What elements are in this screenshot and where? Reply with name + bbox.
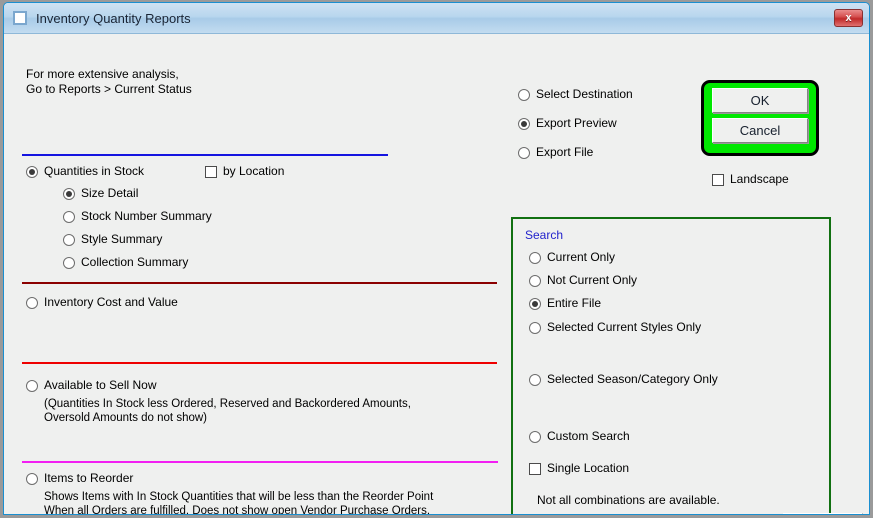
radio-select-destination[interactable]: Select Destination: [518, 88, 633, 101]
radio-indicator: [529, 275, 541, 287]
search-group-label: Search: [525, 228, 564, 242]
radio-inventory-cost-and-value[interactable]: Inventory Cost and Value: [26, 296, 178, 309]
radio-selected-season-category-only[interactable]: Selected Season/Category Only: [529, 373, 718, 386]
window-box-icon: [13, 11, 27, 25]
analysis-hint-text: For more extensive analysis, Go to Repor…: [26, 67, 192, 96]
radio-indicator: [63, 211, 75, 223]
radio-label: Size Detail: [81, 186, 139, 200]
title-bar[interactable]: Inventory Quantity Reports x: [4, 3, 869, 34]
radio-indicator: [529, 322, 541, 334]
radio-label: Available to Sell Now: [44, 378, 157, 392]
checkbox-indicator: [529, 463, 541, 475]
radio-label: Entire File: [547, 296, 602, 310]
radio-indicator: [529, 374, 541, 386]
radio-export-preview[interactable]: Export Preview: [518, 117, 617, 130]
radio-label: Items to Reorder: [44, 471, 134, 485]
radio-indicator: [63, 188, 75, 200]
window-title: Inventory Quantity Reports: [36, 10, 191, 26]
radio-quantities-in-stock[interactable]: Quantities in Stock: [26, 165, 144, 178]
radio-items-to-reorder[interactable]: Items to Reorder: [26, 472, 133, 485]
divider-magenta: [22, 461, 498, 463]
favorites-button[interactable]: Favorites: [783, 513, 863, 514]
radio-label: Selected Season/Category Only: [547, 372, 718, 386]
radio-current-only[interactable]: Current Only: [529, 251, 615, 264]
radio-export-file[interactable]: Export File: [518, 146, 593, 159]
divider-blue: [22, 154, 388, 156]
radio-not-current-only[interactable]: Not Current Only: [529, 274, 637, 287]
radio-custom-search[interactable]: Custom Search: [529, 430, 630, 443]
radio-style-summary[interactable]: Style Summary: [63, 233, 162, 246]
radio-indicator: [529, 431, 541, 443]
dialog-window-inner: Inventory Quantity Reports x For more ex…: [3, 2, 870, 515]
radio-label: Export File: [536, 145, 594, 159]
radio-label: Not Current Only: [547, 273, 638, 287]
checkbox-label: Landscape: [730, 172, 789, 186]
radio-indicator: [529, 298, 541, 310]
radio-label: Export Preview: [536, 116, 617, 130]
radio-label: Current Only: [547, 250, 616, 264]
radio-label: Inventory Cost and Value: [44, 295, 178, 309]
radio-label: Quantities in Stock: [44, 164, 145, 178]
radio-label: Stock Number Summary: [81, 209, 212, 223]
checkbox-indicator: [205, 166, 217, 178]
radio-label: Style Summary: [81, 232, 163, 246]
radio-indicator: [26, 380, 38, 392]
radio-available-to-sell-now[interactable]: Available to Sell Now: [26, 379, 157, 392]
dialog-body: For more extensive analysis, Go to Repor…: [4, 34, 869, 515]
radio-indicator: [518, 89, 530, 101]
radio-selected-current-styles-only[interactable]: Selected Current Styles Only: [529, 321, 701, 334]
available-to-sell-now-note: (Quantities In Stock less Ordered, Reser…: [44, 398, 411, 424]
radio-indicator: [518, 147, 530, 159]
checkbox-label: Single Location: [547, 461, 630, 475]
divider-dark-red: [22, 282, 497, 284]
checkbox-single-location[interactable]: Single Location: [529, 462, 629, 475]
items-to-reorder-note: Shows Items with In Stock Quantities tha…: [44, 491, 434, 515]
radio-indicator: [26, 297, 38, 309]
ok-button[interactable]: OK: [712, 88, 808, 113]
radio-stock-number-summary[interactable]: Stock Number Summary: [63, 210, 212, 223]
radio-collection-summary[interactable]: Collection Summary: [63, 256, 188, 269]
checkbox-indicator: [712, 174, 724, 186]
checkbox-by-location[interactable]: by Location: [205, 165, 284, 178]
radio-indicator: [529, 252, 541, 264]
radio-label: Collection Summary: [81, 255, 189, 269]
radio-label: Selected Current Styles Only: [547, 320, 702, 334]
radio-entire-file[interactable]: Entire File: [529, 297, 601, 310]
search-footnote: Not all combinations are available.: [537, 493, 720, 507]
radio-label: Select Destination: [536, 87, 633, 101]
radio-indicator: [63, 257, 75, 269]
radio-indicator: [26, 473, 38, 485]
cancel-button[interactable]: Cancel: [712, 118, 808, 143]
radio-indicator: [63, 234, 75, 246]
close-icon[interactable]: x: [834, 9, 863, 27]
radio-indicator: [518, 118, 530, 130]
radio-label: Custom Search: [547, 429, 630, 443]
divider-red: [22, 362, 497, 364]
checkbox-label: by Location: [223, 164, 285, 178]
dialog-window: Inventory Quantity Reports x For more ex…: [0, 0, 873, 518]
checkbox-landscape[interactable]: Landscape: [712, 173, 789, 186]
radio-indicator: [26, 166, 38, 178]
radio-size-detail[interactable]: Size Detail: [63, 187, 138, 200]
